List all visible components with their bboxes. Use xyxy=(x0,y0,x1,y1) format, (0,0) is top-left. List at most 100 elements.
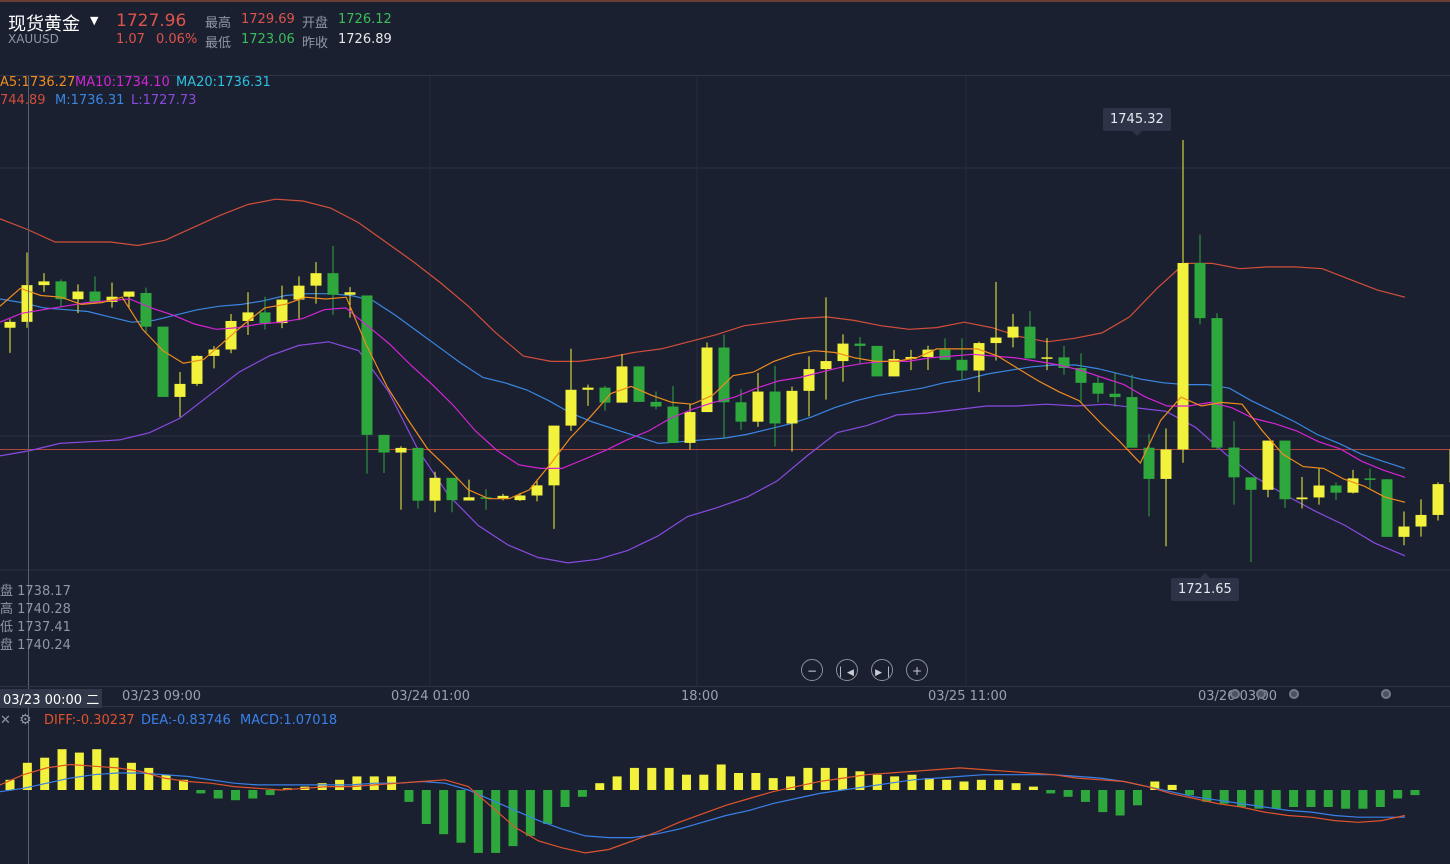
macd-bar xyxy=(491,790,501,853)
macd-bar xyxy=(872,774,882,790)
macd-bar xyxy=(1323,790,1333,807)
candle-body xyxy=(1313,485,1325,498)
macd-bar xyxy=(1080,790,1090,802)
time-axis-top-line xyxy=(0,686,1450,687)
macd-legend: MACD:1.07018 xyxy=(240,713,338,728)
macd-bar xyxy=(681,774,691,790)
candle-body xyxy=(310,273,322,286)
time-tick: 18:00 xyxy=(681,689,719,704)
candle-body xyxy=(820,361,832,370)
candle-body xyxy=(854,343,866,346)
skip-back-icon: ▏◀ xyxy=(840,668,854,678)
boll-upper-line xyxy=(0,198,1406,362)
macd-bar xyxy=(1410,790,1420,796)
candle-body xyxy=(1092,382,1104,394)
candle-body xyxy=(327,273,339,295)
macd-bar xyxy=(1393,790,1403,799)
plus-icon: + xyxy=(911,664,923,678)
macd-bar xyxy=(213,790,223,799)
candle-body xyxy=(1330,485,1342,493)
macd-bar xyxy=(768,778,778,790)
scroll-dot[interactable] xyxy=(1256,689,1266,699)
candle-body xyxy=(939,349,951,360)
candle-body xyxy=(276,299,288,324)
macd-bar xyxy=(1132,790,1142,806)
scroll-dot[interactable] xyxy=(1381,689,1391,699)
macd-bar xyxy=(924,778,934,790)
macd-bar xyxy=(942,779,952,790)
macd-bar xyxy=(1271,790,1281,809)
macd-bar xyxy=(803,767,813,790)
minus-icon: − xyxy=(806,664,818,678)
macd-top-line xyxy=(0,706,1450,707)
macd-bar xyxy=(907,774,917,790)
candle-body xyxy=(361,295,373,435)
macd-bar xyxy=(1011,783,1021,790)
scroll-dot[interactable] xyxy=(1289,689,1299,699)
macd-bar xyxy=(92,749,102,790)
candle-body xyxy=(378,434,390,453)
scroll-dot[interactable] xyxy=(1230,689,1240,699)
candle-body xyxy=(157,326,169,397)
close-icon[interactable]: ✕ xyxy=(0,713,11,728)
candle-body xyxy=(463,497,475,501)
candle-body xyxy=(973,343,985,371)
macd-bar xyxy=(439,790,449,835)
candle-body xyxy=(174,383,186,397)
candle-body xyxy=(395,447,407,453)
macd-bar xyxy=(196,790,206,794)
macd-bar xyxy=(976,779,986,790)
macd-bar xyxy=(560,790,570,807)
candle-body xyxy=(548,425,560,486)
candle-body xyxy=(633,366,645,402)
macd-bar xyxy=(352,776,362,790)
candle-body xyxy=(1007,326,1019,338)
candle-body xyxy=(140,292,152,327)
candle-body xyxy=(1381,479,1393,537)
candle-body xyxy=(1194,263,1206,319)
dea-legend: DEA:-0.83746 xyxy=(141,713,231,728)
candle-body xyxy=(89,291,101,302)
next-button[interactable]: ▶▕ xyxy=(871,659,893,681)
candle-body xyxy=(582,387,594,390)
macd-bar xyxy=(404,790,414,802)
macd-bar xyxy=(1063,790,1073,797)
zoom-in-button[interactable]: + xyxy=(906,659,928,681)
macd-bar xyxy=(751,773,761,790)
macd-bar xyxy=(22,762,32,790)
candle-body xyxy=(1415,514,1427,527)
macd-bar xyxy=(820,767,830,790)
macd-bar xyxy=(265,790,275,796)
zoom-out-button[interactable]: − xyxy=(801,659,823,681)
settings-icon[interactable]: ⚙ xyxy=(19,712,32,728)
candle-body xyxy=(1024,326,1036,359)
macd-bar xyxy=(1185,790,1195,796)
macd-bar xyxy=(959,781,969,790)
candle-body xyxy=(769,391,781,424)
candle-body xyxy=(1126,397,1138,448)
candle-body xyxy=(667,406,679,443)
macd-bar xyxy=(1167,784,1177,790)
candle-body xyxy=(650,401,662,407)
candle-body xyxy=(1398,526,1410,537)
macd-bar xyxy=(144,767,154,790)
diff-legend: DIFF:-0.30237 xyxy=(44,713,135,728)
macd-bar xyxy=(74,752,84,790)
macd-bar xyxy=(1028,786,1038,790)
candle-body xyxy=(786,390,798,424)
candle-body xyxy=(956,359,968,371)
macd-bar xyxy=(577,790,587,797)
cursor-low: 低 1737.41 xyxy=(0,620,71,635)
macd-bar xyxy=(473,790,483,853)
macd-bar xyxy=(126,762,136,790)
macd-bar xyxy=(994,779,1004,790)
candle-body xyxy=(1177,263,1189,450)
candle-body xyxy=(616,366,628,403)
candle-body xyxy=(1228,447,1240,478)
macd-bar xyxy=(543,790,553,824)
low-marker: 1721.65 xyxy=(1171,573,1239,601)
candle-body xyxy=(412,447,424,501)
macd-bar xyxy=(1098,790,1108,813)
prev-button[interactable]: ▏◀ xyxy=(836,659,858,681)
macd-bar xyxy=(647,767,657,790)
